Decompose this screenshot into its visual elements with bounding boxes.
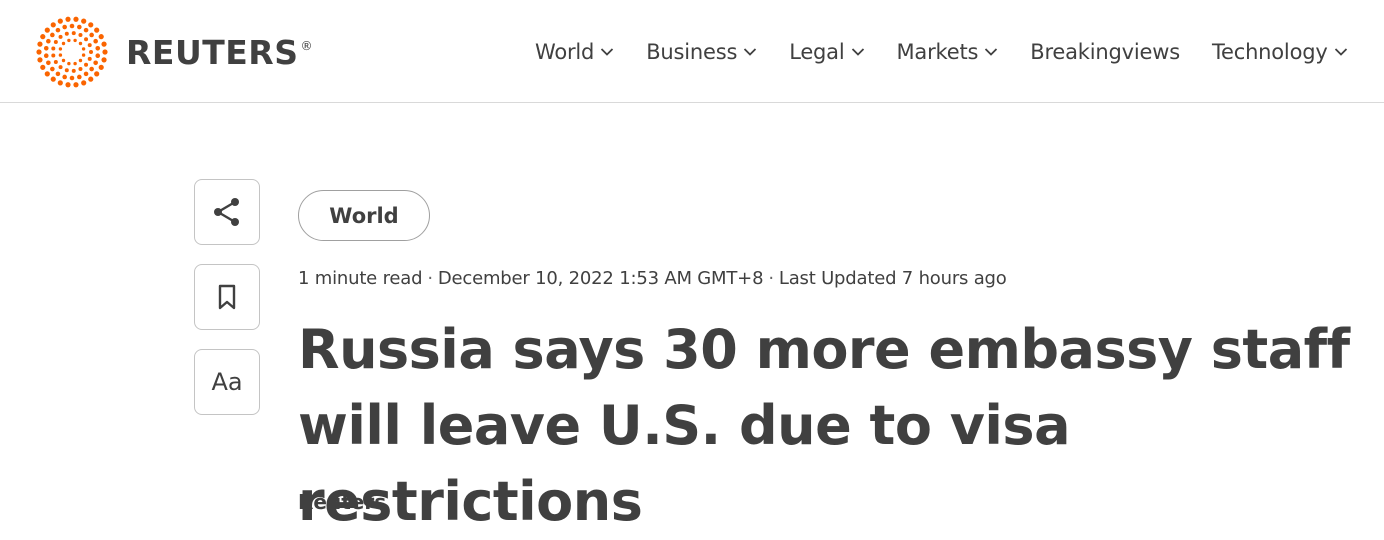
site-header: REUTERS ® World Business Legal Markets Br… <box>0 0 1384 103</box>
nav-item-breakingviews[interactable]: Breakingviews <box>1030 40 1180 64</box>
article-meta: 1 minute read · December 10, 2022 1:53 AM … <box>298 268 1007 289</box>
article-byline[interactable]: Reuters <box>298 490 386 514</box>
nav-item-world[interactable]: World <box>535 40 614 64</box>
last-updated: Last Updated 7 hours ago <box>778 268 1007 289</box>
article-headline: Russia says 30 more embassy staff will l… <box>298 318 1350 533</box>
bookmark-icon <box>218 284 236 310</box>
nav-item-technology[interactable]: Technology <box>1212 40 1348 64</box>
meta-separator: · <box>768 268 774 289</box>
chevron-down-icon <box>601 47 614 56</box>
reuters-logo-mark-icon <box>36 16 108 88</box>
nav-item-markets[interactable]: Markets <box>897 40 999 64</box>
chevron-down-icon <box>744 47 757 56</box>
nav-item-business[interactable]: Business <box>646 40 757 64</box>
text-size-button[interactable]: Aa <box>194 349 260 415</box>
logo-wordmark: REUTERS ® <box>126 32 313 72</box>
bookmark-button[interactable] <box>194 264 260 330</box>
reuters-logo[interactable]: REUTERS ® <box>34 16 313 88</box>
chevron-down-icon <box>851 47 864 56</box>
text-size-label: Aa <box>211 368 243 396</box>
registered-mark: ® <box>300 38 313 53</box>
read-time: 1 minute read <box>298 268 423 289</box>
published-date: December 10, 2022 1:53 AM GMT+8 <box>437 268 764 289</box>
meta-separator: · <box>427 268 433 289</box>
nav-item-label: Breakingviews <box>1030 39 1180 64</box>
nav-item-legal[interactable]: Legal <box>789 40 864 64</box>
chevron-down-icon <box>985 47 998 56</box>
main-nav: World Business Legal Markets Breakingvie… <box>535 0 1380 103</box>
chevron-down-icon <box>1334 47 1347 56</box>
nav-item-label: Markets <box>896 39 979 64</box>
section-tag-world[interactable]: World <box>298 190 430 241</box>
share-button[interactable] <box>194 179 260 245</box>
nav-item-label: Business <box>646 39 738 64</box>
share-icon <box>214 198 239 226</box>
nav-item-label: Legal <box>789 39 845 64</box>
nav-item-label: Technology <box>1211 39 1328 64</box>
nav-item-label: World <box>535 39 595 64</box>
